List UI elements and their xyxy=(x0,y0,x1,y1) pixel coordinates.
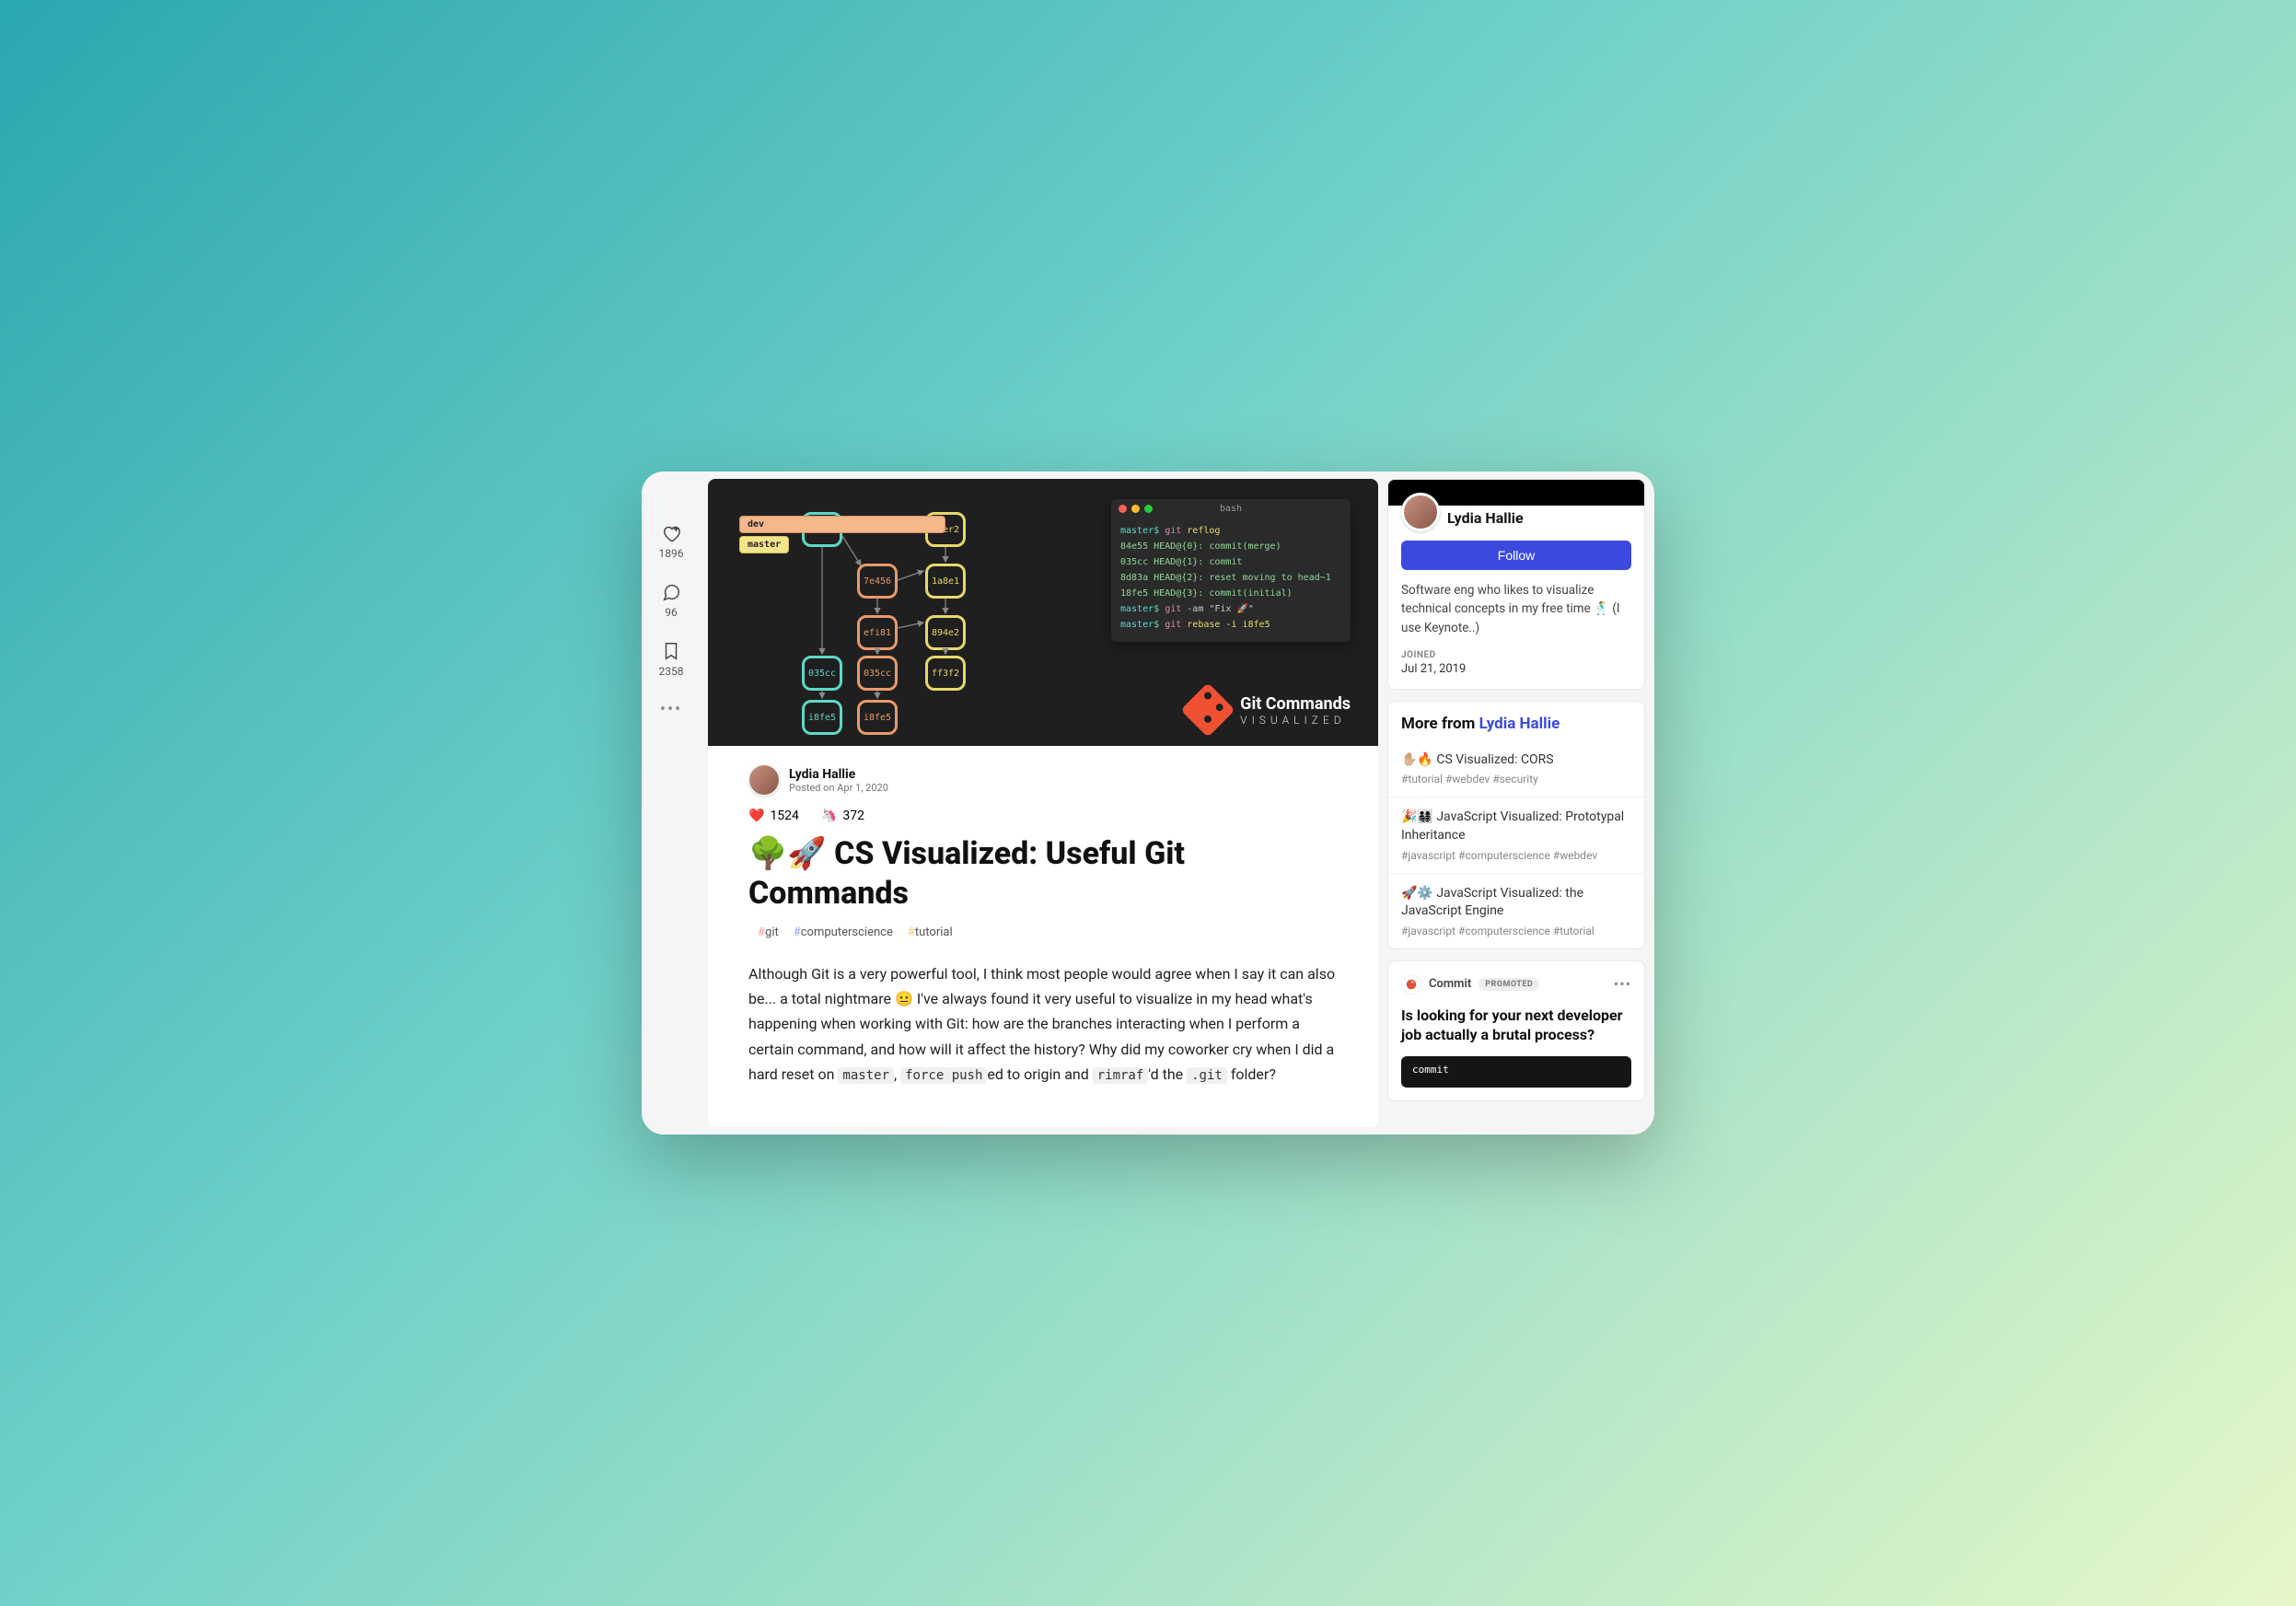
sidebar: Lydia Hallie Follow Software eng who lik… xyxy=(1378,471,1654,1135)
unicorn-reaction[interactable]: 🦄 372 xyxy=(821,809,864,823)
article-title: 🌳🚀 CS Visualized: Useful Git Commands xyxy=(748,834,1338,913)
master-tag: master xyxy=(739,536,789,553)
promoted-card: Commit PROMOTED ••• Is looking for your … xyxy=(1387,960,1645,1101)
brand-title: Git Commands xyxy=(1240,694,1351,714)
tag-tutorial[interactable]: #tutorial xyxy=(908,925,953,939)
git-logo-icon xyxy=(1180,682,1235,737)
list-item[interactable]: 🚀⚙️ JavaScript Visualized: the JavaScrip… xyxy=(1388,873,1644,948)
promo-logo-icon xyxy=(1401,974,1421,995)
commit-node: i8fe5 xyxy=(802,700,842,735)
follow-button[interactable]: Follow xyxy=(1401,541,1631,570)
tag-list: #git #computerscience #tutorial xyxy=(748,925,1338,939)
code-inline: .git xyxy=(1187,1067,1227,1084)
promo-name[interactable]: Commit xyxy=(1429,977,1471,991)
heart-icon xyxy=(661,523,681,543)
article: HEAD master 84e55 7e456 efi81 035cc 035c… xyxy=(708,479,1378,1127)
terminal: bash master$ git reflog 84e55 HEAD@{0}: … xyxy=(1111,499,1351,642)
joined-date: Jul 21, 2019 xyxy=(1401,662,1631,676)
heart-reaction-count: 1524 xyxy=(770,809,798,823)
reactions-row: ❤️ 1524 🦄 372 xyxy=(748,809,1338,823)
commit-node: i8fe5 xyxy=(857,700,898,735)
post-date: Posted on Apr 1, 2020 xyxy=(789,782,888,794)
dev-tag: dev xyxy=(739,516,945,533)
cover-image: HEAD master 84e55 7e456 efi81 035cc 035c… xyxy=(708,479,1378,746)
commit-node: 894e2 xyxy=(925,615,966,650)
terminal-body: master$ git reflog 84e55 HEAD@{0}: commi… xyxy=(1111,518,1351,642)
profile-name[interactable]: Lydia Hallie xyxy=(1447,509,1524,527)
tag-computerscience[interactable]: #computerscience xyxy=(794,925,893,939)
commit-node: 1a8e1 xyxy=(925,564,966,599)
commit-node: 035cc xyxy=(857,656,898,691)
more-actions-button[interactable]: ••• xyxy=(660,700,682,719)
list-item-title: ✋🏼🔥 CS Visualized: CORS xyxy=(1401,751,1631,770)
action-bar: 1896 96 2358 ••• xyxy=(642,471,701,1135)
app-window: 1896 96 2358 ••• HEAD master 84e55 7e456… xyxy=(642,471,1654,1135)
more-from-card: More from Lydia Hallie ✋🏼🔥 CS Visualized… xyxy=(1387,701,1645,949)
code-inline: rimraf xyxy=(1093,1067,1149,1084)
promoted-badge: PROMOTED xyxy=(1478,978,1539,991)
unicorn-emoji-icon: 🦄 xyxy=(821,809,837,823)
code-inline: force push xyxy=(900,1067,987,1084)
terminal-title: bash xyxy=(1111,504,1351,514)
brand-subtitle: VISUALIZED xyxy=(1240,714,1351,727)
terminal-titlebar: bash xyxy=(1111,499,1351,518)
list-item-title: 🚀⚙️ JavaScript Visualized: the JavaScrip… xyxy=(1401,885,1631,921)
profile-card: Lydia Hallie Follow Software eng who lik… xyxy=(1387,479,1645,690)
like-count: 1896 xyxy=(659,547,684,560)
code-inline: master xyxy=(838,1067,894,1084)
promo-image[interactable]: commit xyxy=(1401,1056,1631,1088)
more-from-list: ✋🏼🔥 CS Visualized: CORS #tutorial #webde… xyxy=(1388,740,1644,948)
commit-graph: HEAD master 84e55 7e456 efi81 035cc 035c… xyxy=(736,499,1084,726)
commit-node: 035cc xyxy=(802,656,842,691)
commit-node: efi81 xyxy=(857,615,898,650)
profile-avatar[interactable] xyxy=(1401,493,1440,531)
article-paragraph: Although Git is a very powerful tool, I … xyxy=(748,961,1338,1088)
tag-git[interactable]: #git xyxy=(758,925,779,939)
list-item-tags: #javascript #computerscience #webdev xyxy=(1401,849,1631,862)
author-avatar[interactable] xyxy=(748,764,780,796)
author-row: Lydia Hallie Posted on Apr 1, 2020 xyxy=(748,764,1338,796)
joined-label: JOINED xyxy=(1401,650,1631,660)
commit-node: 7e456 xyxy=(857,564,898,599)
list-item-title: 🎉👨‍👩‍👧‍👦 JavaScript Visualized: Prototyp… xyxy=(1401,809,1631,844)
heart-reaction[interactable]: ❤️ 1524 xyxy=(748,809,799,823)
unicorn-reaction-count: 372 xyxy=(842,809,864,823)
author-name[interactable]: Lydia Hallie xyxy=(789,767,888,782)
list-item[interactable]: ✋🏼🔥 CS Visualized: CORS #tutorial #webde… xyxy=(1388,740,1644,797)
cover-brand: Git Commands VISUALIZED xyxy=(1189,691,1351,729)
comment-icon xyxy=(661,582,681,602)
bookmark-count: 2358 xyxy=(659,665,684,678)
promo-menu-button[interactable]: ••• xyxy=(1614,975,1631,993)
bookmark-icon xyxy=(661,641,681,661)
heart-emoji-icon: ❤️ xyxy=(748,809,764,823)
list-item-tags: #tutorial #webdev #security xyxy=(1401,773,1631,786)
list-item-tags: #javascript #computerscience #tutorial xyxy=(1401,925,1631,937)
article-body: Lydia Hallie Posted on Apr 1, 2020 ❤️ 15… xyxy=(708,746,1378,1124)
commit-node: ff3f2 xyxy=(925,656,966,691)
more-from-header: More from Lydia Hallie xyxy=(1388,702,1644,740)
bookmark-button[interactable]: 2358 xyxy=(659,641,684,678)
profile-bio: Software eng who likes to visualize tech… xyxy=(1401,581,1631,637)
comment-count: 96 xyxy=(665,606,678,619)
list-item[interactable]: 🎉👨‍👩‍👧‍👦 JavaScript Visualized: Prototyp… xyxy=(1388,797,1644,872)
promo-title[interactable]: Is looking for your next developer job a… xyxy=(1401,1006,1631,1045)
more-from-author-link[interactable]: Lydia Hallie xyxy=(1479,715,1560,733)
like-button[interactable]: 1896 xyxy=(659,523,684,560)
comment-button[interactable]: 96 xyxy=(661,582,681,619)
